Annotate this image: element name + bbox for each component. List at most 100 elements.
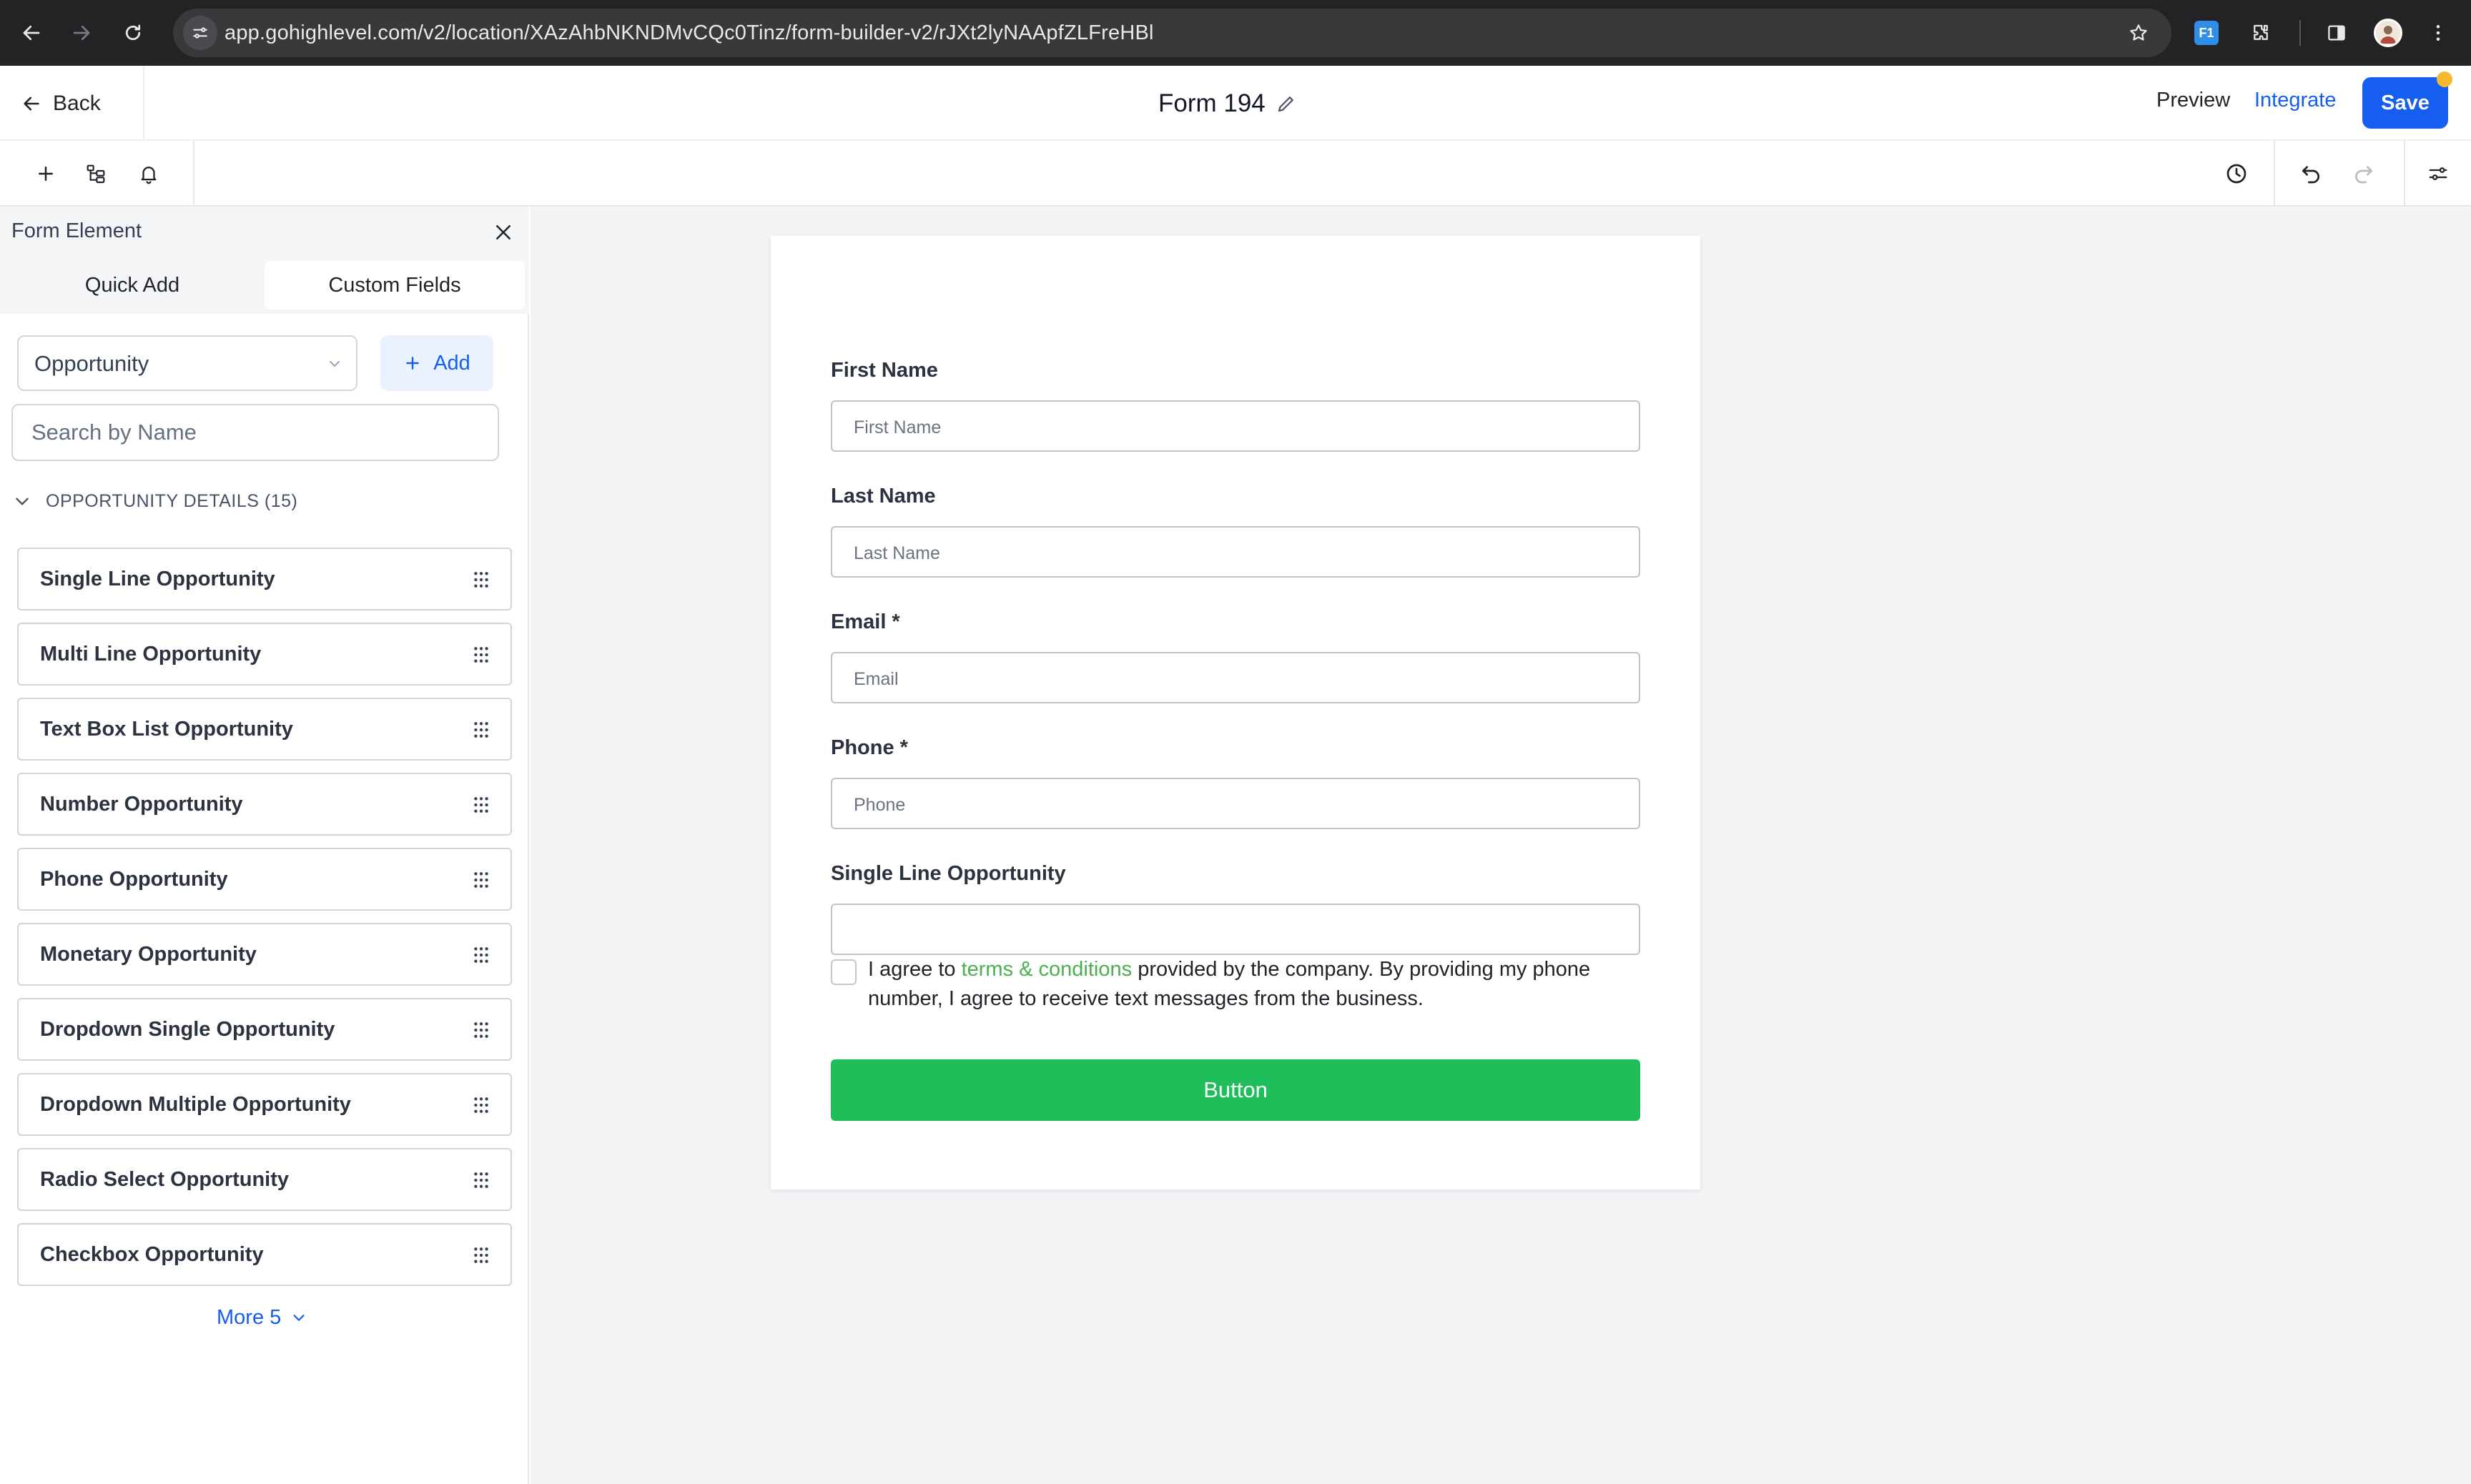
- toolbar-divider: [193, 141, 194, 207]
- undo-icon[interactable]: [2292, 155, 2329, 192]
- plus-icon: [406, 357, 419, 370]
- more-fields-link[interactable]: More 5: [217, 1306, 307, 1330]
- add-element-icon[interactable]: [27, 155, 64, 192]
- notification-dot: [2437, 71, 2452, 87]
- browser-back-icon[interactable]: [14, 16, 49, 50]
- field-item[interactable]: Checkbox Opportunity: [17, 1223, 512, 1286]
- field-label: Last Name: [831, 485, 936, 508]
- field-item[interactable]: Single Line Opportunity: [17, 548, 512, 610]
- chrome-divider: [2299, 20, 2301, 46]
- field-item-label: Multi Line Opportunity: [40, 643, 262, 666]
- field-item-label: Checkbox Opportunity: [40, 1243, 264, 1266]
- drag-handle-icon[interactable]: [472, 1246, 490, 1265]
- email-input[interactable]: Email: [831, 652, 1640, 703]
- field-item[interactable]: Dropdown Multiple Opportunity: [17, 1073, 512, 1136]
- terms-link[interactable]: terms & conditions: [962, 958, 1133, 981]
- field-item-label: Monetary Opportunity: [40, 943, 257, 966]
- form-preview[interactable]: First Name First Name Last Name Last Nam…: [771, 236, 1700, 1189]
- field-item-label: Dropdown Single Opportunity: [40, 1018, 335, 1041]
- object-select-value: Opportunity: [34, 351, 149, 376]
- builder-toolbar: [0, 141, 2471, 207]
- section-toggle[interactable]: OPPORTUNITY DETAILS (15): [13, 491, 297, 512]
- layers-icon[interactable]: [77, 155, 114, 192]
- header-divider: [143, 66, 144, 141]
- drag-handle-icon[interactable]: [472, 645, 490, 664]
- toolbar-divider: [2274, 141, 2275, 207]
- consent-checkbox[interactable]: [831, 959, 857, 985]
- redo-icon[interactable]: [2345, 155, 2382, 192]
- back-button[interactable]: Back: [21, 86, 101, 122]
- settings-sliders-icon[interactable]: [2420, 155, 2457, 192]
- arrow-left-icon: [24, 97, 39, 111]
- field-item[interactable]: Phone Opportunity: [17, 848, 512, 911]
- search-input[interactable]: [31, 405, 489, 460]
- chevron-down-icon: [16, 497, 29, 505]
- drag-handle-icon[interactable]: [472, 1021, 490, 1039]
- drag-handle-icon[interactable]: [472, 1096, 490, 1114]
- drag-handle-icon[interactable]: [472, 570, 490, 589]
- more-fields-label: More 5: [217, 1306, 282, 1329]
- chevron-down-icon: [330, 361, 340, 367]
- add-field-label: Add: [433, 351, 470, 375]
- browser-reload-icon[interactable]: [116, 16, 150, 50]
- field-item[interactable]: Text Box List Opportunity: [17, 698, 512, 761]
- bookmark-star-icon[interactable]: [2121, 16, 2156, 50]
- field-item-label: Radio Select Opportunity: [40, 1168, 290, 1191]
- bell-icon[interactable]: [130, 155, 167, 192]
- profile-avatar[interactable]: [2369, 14, 2407, 51]
- form-title[interactable]: Form 194: [1158, 84, 1297, 123]
- close-icon[interactable]: [488, 217, 519, 248]
- toolbar-divider: [2404, 141, 2405, 207]
- preview-link[interactable]: Preview: [2156, 89, 2230, 112]
- chevron-down-icon: [293, 1314, 305, 1321]
- browser-toolbar: app.gohighlevel.com/v2/location/XAzAhbNK…: [0, 0, 2471, 66]
- address-bar[interactable]: app.gohighlevel.com/v2/location/XAzAhbNK…: [173, 9, 2171, 57]
- field-item-label: Dropdown Multiple Opportunity: [40, 1093, 351, 1116]
- field-label: Phone *: [831, 736, 908, 759]
- back-label: Back: [53, 91, 101, 115]
- panel-title: Form Element: [11, 219, 142, 242]
- field-item[interactable]: Dropdown Single Opportunity: [17, 998, 512, 1061]
- submit-button[interactable]: Button: [831, 1059, 1640, 1121]
- field-item[interactable]: Number Opportunity: [17, 773, 512, 836]
- field-item-label: Number Opportunity: [40, 793, 243, 816]
- add-field-button[interactable]: Add: [380, 335, 493, 391]
- phone-input[interactable]: Phone: [831, 778, 1640, 829]
- extension-icon[interactable]: F1: [2188, 14, 2225, 51]
- drag-handle-icon[interactable]: [472, 721, 490, 739]
- browser-menu-icon[interactable]: [2420, 14, 2457, 51]
- side-panel-icon[interactable]: [2318, 14, 2355, 51]
- tab-custom-fields[interactable]: Custom Fields: [265, 261, 525, 310]
- field-item[interactable]: Radio Select Opportunity: [17, 1148, 512, 1211]
- field-item[interactable]: Monetary Opportunity: [17, 923, 512, 986]
- field-label: Single Line Opportunity: [831, 862, 1066, 885]
- last-name-input[interactable]: Last Name: [831, 526, 1640, 578]
- drag-handle-icon[interactable]: [472, 1171, 490, 1189]
- drag-handle-icon[interactable]: [472, 946, 490, 964]
- site-settings-icon[interactable]: [183, 16, 217, 50]
- consent-text-before: I agree to: [868, 958, 962, 981]
- form-title-text: Form 194: [1158, 89, 1266, 117]
- section-label: OPPORTUNITY DETAILS (15): [46, 491, 298, 511]
- pencil-icon[interactable]: [1276, 93, 1297, 114]
- search-field[interactable]: [11, 404, 499, 461]
- app-header: Back Form 194 Preview Integrate Save: [0, 66, 2471, 141]
- history-icon[interactable]: [2218, 155, 2255, 192]
- field-item[interactable]: Multi Line Opportunity: [17, 623, 512, 686]
- panel-tabs: Quick Add Custom Fields: [0, 258, 529, 314]
- first-name-input[interactable]: First Name: [831, 400, 1640, 452]
- extensions-puzzle-icon[interactable]: [2242, 14, 2279, 51]
- single-line-opportunity-input[interactable]: [831, 904, 1640, 955]
- extension-badge: F1: [2194, 21, 2219, 45]
- browser-forward-icon[interactable]: [64, 16, 99, 50]
- integrate-link[interactable]: Integrate: [2254, 89, 2336, 112]
- form-element-panel: Form Element Quick Add Custom Fields Opp…: [0, 207, 529, 1484]
- field-item-label: Phone Opportunity: [40, 868, 228, 891]
- tab-quick-add[interactable]: Quick Add: [3, 261, 262, 310]
- drag-handle-icon[interactable]: [472, 871, 490, 889]
- object-select[interactable]: Opportunity: [17, 335, 357, 391]
- field-item-label: Single Line Opportunity: [40, 568, 275, 590]
- drag-handle-icon[interactable]: [472, 796, 490, 814]
- panel-header: Form Element: [0, 207, 529, 258]
- save-button[interactable]: Save: [2362, 77, 2448, 129]
